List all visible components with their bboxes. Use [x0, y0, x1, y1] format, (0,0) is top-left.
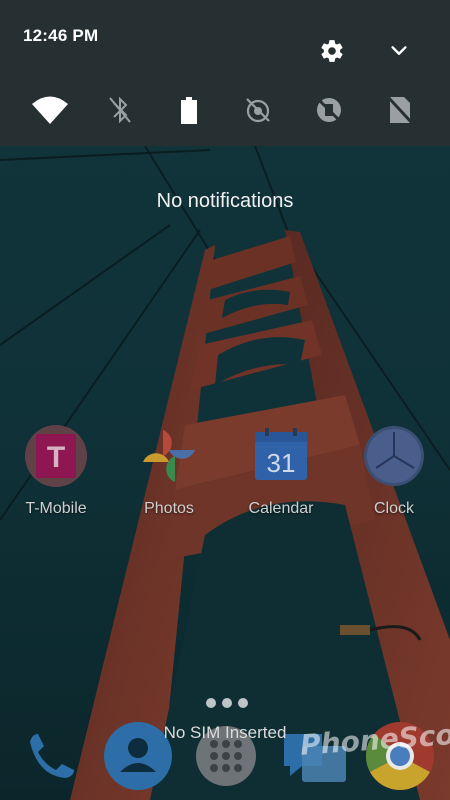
app-drawer-dots[interactable] — [205, 697, 249, 709]
quick-settings-panel: 12:46 PM — [0, 0, 450, 146]
clock-icon — [362, 424, 426, 488]
status-time: 12:46 PM — [23, 26, 99, 45]
photos-pinwheel-icon — [137, 424, 201, 488]
app-label: Photos — [144, 500, 194, 517]
app-calendar[interactable]: 31 Calendar — [236, 424, 326, 518]
battery-icon[interactable] — [169, 90, 209, 130]
calendar-day: 31 — [267, 448, 296, 478]
t-mobile-icon: T — [24, 424, 88, 488]
bluetooth-off-icon[interactable] — [100, 90, 140, 130]
rotation-off-icon[interactable] — [309, 90, 349, 130]
no-sim-icon[interactable] — [380, 90, 420, 130]
app-photos[interactable]: Photos — [124, 424, 214, 518]
calendar-icon: 31 — [249, 424, 313, 488]
wifi-icon[interactable] — [30, 90, 70, 130]
app-label: Clock — [373, 500, 414, 517]
svg-text:T: T — [47, 441, 65, 474]
collapse-chevron-icon[interactable] — [384, 36, 414, 66]
settings-gear-icon[interactable] — [317, 36, 347, 66]
no-notifications-text: No notifications — [156, 190, 294, 212]
quick-settings-tiles — [0, 90, 450, 130]
dnd-off-icon[interactable] — [238, 90, 278, 130]
app-t-mobile[interactable]: T T-Mobile — [11, 424, 101, 518]
app-label: T-Mobile — [25, 500, 87, 517]
app-clock[interactable]: Clock — [349, 424, 439, 518]
app-label: Calendar — [248, 500, 314, 517]
